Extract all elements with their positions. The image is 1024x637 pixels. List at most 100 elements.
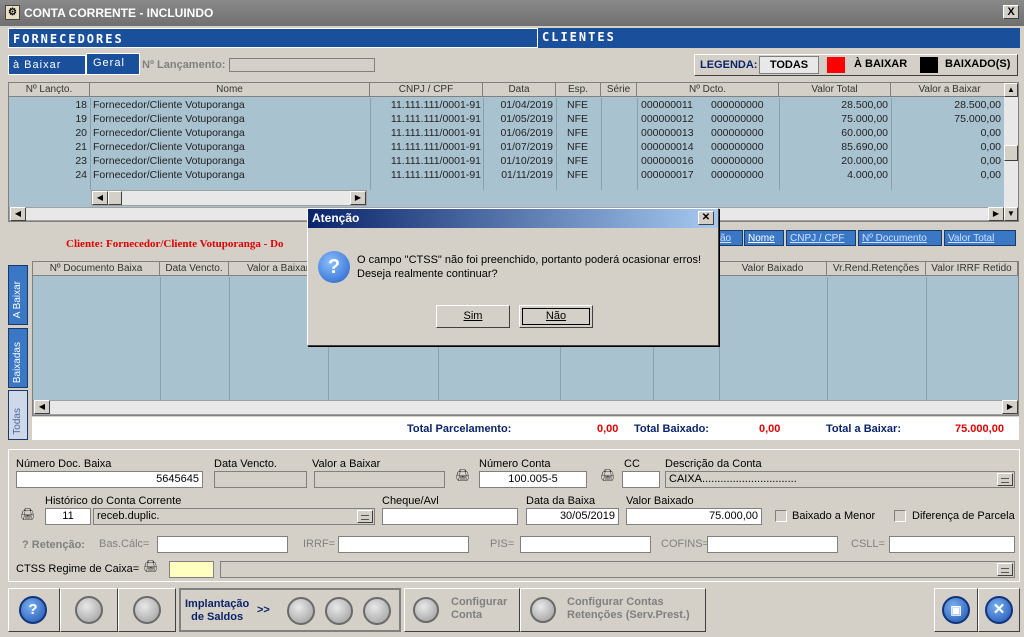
table-row[interactable]: 20 Fornecedor/Cliente Votuporanga 11.111.1… <box>9 126 1009 140</box>
toolbar-button-3[interactable] <box>118 588 176 632</box>
col-esp[interactable]: Esp. <box>556 83 601 97</box>
exit-button[interactable]: ✕ <box>978 588 1020 632</box>
help-button[interactable]: ? <box>8 588 60 632</box>
table-row[interactable]: 24 Fornecedor/Cliente Votuporanga 11.111.1… <box>9 168 1009 182</box>
data-baixa-field[interactable]: 30/05/2019 <box>526 508 619 525</box>
valor-baixar-field[interactable] <box>314 471 445 488</box>
scroll-left-icon[interactable]: ◀ <box>34 400 50 414</box>
tab-geral[interactable]: Geral <box>86 53 140 75</box>
col-data[interactable]: Data <box>483 83 556 97</box>
order-tab-cnpj[interactable]: CNPJ / CPF <box>786 230 856 246</box>
grid-vertical-scrollbar[interactable]: ▲ ▼ <box>1004 83 1018 221</box>
bas-calc-field[interactable] <box>157 536 288 553</box>
combo-dropdown-icon[interactable] <box>997 473 1013 486</box>
diferenca-label: Diferença de Parcela <box>912 510 1015 522</box>
order-tab-valor-total[interactable]: Valor Total <box>944 230 1016 246</box>
total-baixado-value: 0,00 <box>759 423 781 435</box>
lancamento-field[interactable] <box>229 58 375 72</box>
table-row[interactable]: 21 Fornecedor/Cliente Votuporanga 11.111.1… <box>9 140 1009 154</box>
desc-conta-combo[interactable]: CAIXA............................... <box>665 471 1015 488</box>
valor-baixado-field[interactable]: 75.000,00 <box>626 508 762 525</box>
configurar-conta-icon <box>413 597 439 623</box>
scroll-left-icon[interactable]: ◀ <box>10 207 26 221</box>
dialog-close-icon[interactable]: ✕ <box>698 211 714 225</box>
table-row[interactable]: 18 Fornecedor/Cliente Votuporanga 11.111.1… <box>9 98 1009 112</box>
print-icon[interactable]: 🖨 <box>20 507 36 521</box>
col-valor-baixado[interactable]: Valor Baixado <box>719 262 827 276</box>
numero-conta-field[interactable]: 100.005-5 <box>479 471 587 488</box>
baixado-menor-checkbox[interactable] <box>775 510 787 522</box>
window-close-button[interactable]: X <box>1003 5 1019 19</box>
ctss-label: CTSS Regime de Caixa= <box>16 563 140 575</box>
historico-label: Histórico do Conta Corrente <box>45 495 182 507</box>
cc-label: CC <box>624 458 640 470</box>
side-tab-todas[interactable]: Todas <box>8 390 28 440</box>
print-icon[interactable]: 🖨 <box>143 559 159 573</box>
scroll-up-icon[interactable]: ▲ <box>1004 83 1018 97</box>
ctss-code-field[interactable] <box>169 561 214 578</box>
configurar-conta-label: Configurar Conta <box>451 596 508 621</box>
no-button[interactable]: Não <box>519 305 593 328</box>
implantacao-edit-icon[interactable] <box>325 597 353 625</box>
num-doc-field[interactable]: 5645645 <box>16 471 203 488</box>
historico-code-field[interactable]: 11 <box>45 508 91 525</box>
cheque-field[interactable] <box>382 508 518 525</box>
save-button[interactable]: ▣ <box>934 588 978 632</box>
implantacao-delete-icon[interactable] <box>363 597 391 625</box>
tab-a-baixar[interactable]: à Baixar <box>8 55 86 75</box>
csll-field[interactable] <box>889 536 1015 553</box>
col-cnpj[interactable]: CNPJ / CPF <box>370 83 483 97</box>
print-icon[interactable]: 🖨 <box>455 468 471 482</box>
combo-dropdown-icon[interactable] <box>997 563 1013 576</box>
implantacao-label[interactable]: Implantação de Saldos <box>185 598 249 624</box>
col-valor-baixar[interactable]: Valor a Baixar <box>891 83 1009 97</box>
col-dcto[interactable]: Nº Dcto. <box>637 83 779 97</box>
tab-a-baixar-label: à Baixar <box>13 59 62 71</box>
col-doc-baixa[interactable]: Nº Documento Baixa <box>33 262 160 276</box>
cc-field[interactable] <box>622 471 660 488</box>
col-data-vencto[interactable]: Data Vencto. <box>160 262 229 276</box>
scroll-right-icon[interactable]: ▶ <box>350 191 366 205</box>
historico-text: receb.duplic. <box>97 510 160 522</box>
name-column-scrollbar[interactable]: ◀ ▶ <box>91 190 367 206</box>
col-serie[interactable]: Série <box>601 83 637 97</box>
ctss-combo[interactable] <box>220 561 1015 578</box>
implantacao-add-icon[interactable] <box>287 597 315 625</box>
disabled-round-icon <box>75 596 103 624</box>
scroll-thumb[interactable] <box>1004 145 1018 161</box>
configurar-conta-button[interactable]: Configurar Conta <box>404 588 520 632</box>
scroll-right-icon[interactable]: ▶ <box>988 207 1004 221</box>
print-icon[interactable]: 🖨 <box>600 468 616 482</box>
side-tab-a-baixar[interactable]: A Baixar <box>8 265 28 325</box>
col-valor-total[interactable]: Valor Total <box>779 83 891 97</box>
irrf-field[interactable] <box>338 536 469 553</box>
toolbar-button-2[interactable] <box>60 588 118 632</box>
combo-dropdown-icon[interactable] <box>357 510 373 523</box>
legend-todas[interactable]: TODAS <box>759 56 819 74</box>
col-nome[interactable]: Nome <box>90 83 370 97</box>
data-vencto-field[interactable] <box>214 471 307 488</box>
table-row[interactable]: 23 Fornecedor/Cliente Votuporanga 11.111.1… <box>9 154 1009 168</box>
table-row[interactable]: 19 Fornecedor/Cliente Votuporanga 11.111.1… <box>9 112 1009 126</box>
historico-combo[interactable]: receb.duplic. <box>93 508 375 525</box>
col-lancto[interactable]: Nº Lançto. <box>9 83 90 97</box>
side-tab-baixadas[interactable]: Baixadas <box>8 328 28 388</box>
configurar-retencoes-button[interactable]: Configurar Contas Retenções (Serv.Prest.… <box>520 588 706 632</box>
fornecedores-header: FORNECEDORES <box>8 28 538 48</box>
cofins-field[interactable] <box>707 536 838 553</box>
order-tab-codigo[interactable]: ão <box>716 230 743 246</box>
grid2-horizontal-scrollbar[interactable]: ◀ ▶ <box>33 400 1018 415</box>
col-vr-rend[interactable]: Vr.Rend.Retenções <box>827 262 926 276</box>
scroll-thumb[interactable] <box>108 191 122 205</box>
pis-field[interactable] <box>520 536 651 553</box>
order-tab-documento[interactable]: Nº Documento <box>858 230 942 246</box>
col-irrf[interactable]: Valor IRRF Retido <box>926 262 1018 276</box>
clientes-header: CLIENTES <box>538 28 1020 48</box>
lancamentos-grid[interactable]: Nº Lançto. Nome CNPJ / CPF Data Esp. Sér… <box>8 82 1019 222</box>
order-tab-nome[interactable]: Nome <box>744 230 784 246</box>
diferenca-checkbox[interactable] <box>894 510 906 522</box>
scroll-left-icon[interactable]: ◀ <box>92 191 108 205</box>
scroll-right-icon[interactable]: ▶ <box>1002 400 1018 414</box>
yes-button[interactable]: Sim <box>436 305 510 328</box>
scroll-down-icon[interactable]: ▼ <box>1004 207 1018 221</box>
